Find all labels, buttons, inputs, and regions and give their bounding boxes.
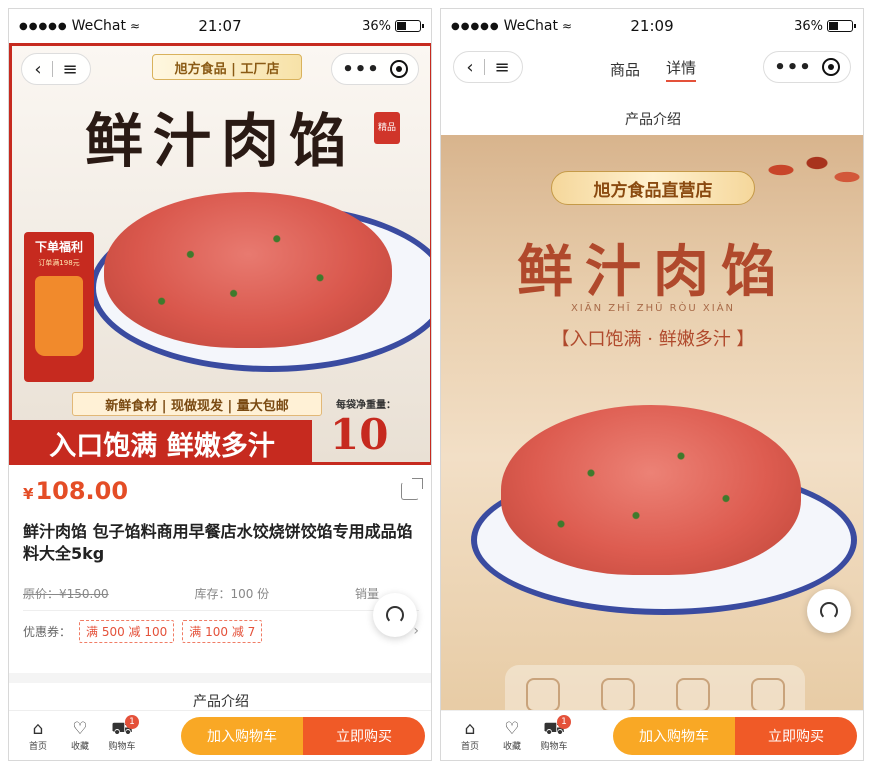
customer-service-button[interactable]	[807, 589, 851, 633]
quality-seal: 精品	[374, 112, 400, 144]
coupon-label: 优惠券：	[23, 624, 72, 639]
promo-title: 下单福利	[34, 240, 83, 254]
banner-title: 鲜汁肉馅	[84, 107, 357, 175]
stock: 库存：100 份	[194, 587, 270, 601]
back-menu-pill[interactable]: ‹ ≡	[453, 51, 523, 83]
carrier-label: WeChat	[503, 18, 558, 34]
headset-icon	[386, 606, 404, 624]
tab-home[interactable]: ⌂ 首页	[17, 719, 59, 752]
capsule-pill[interactable]: •••	[331, 53, 419, 85]
back-icon[interactable]: ‹	[466, 57, 473, 78]
apron-image	[35, 276, 83, 356]
back-menu-pill[interactable]: ‹ ≡	[21, 53, 91, 85]
leaves-decoration	[745, 135, 863, 205]
poster-subtitle: 【入口饱满 · 鲜嫩多汁 】	[551, 329, 755, 350]
tab-detail[interactable]: 详情	[666, 57, 697, 82]
meat-filling-image	[104, 192, 392, 348]
cart-badge: 1	[557, 715, 571, 729]
poster-pinyin: XIĀN ZHĪ ZHŪ RÒU XIÀN	[570, 303, 736, 314]
more-icon[interactable]: •••	[342, 59, 380, 80]
jar-icon	[600, 678, 635, 712]
more-icon[interactable]: •••	[774, 57, 812, 78]
clock: 21:09	[630, 17, 674, 35]
bottom-action-bar: ⌂ 首页 ♡ 收藏 ⛟ 1 购物车 加入购物车 立即购买	[9, 710, 431, 760]
section-title: 产品介绍	[441, 101, 863, 137]
buy-now-button[interactable]: 立即购买	[303, 716, 425, 755]
bottle-icon	[675, 678, 710, 712]
poster-title: 鲜汁肉馅	[517, 239, 789, 305]
status-bar: ●●●●● WeChat ≈ 21:07 36%	[9, 9, 431, 43]
add-to-cart-button[interactable]: 加入购物车	[181, 716, 303, 755]
capsule-pill[interactable]: •••	[763, 51, 851, 83]
wifi-icon: ≈	[130, 19, 141, 33]
coupon-2[interactable]: 满 100 减 7	[182, 619, 263, 643]
share-icon[interactable]	[401, 478, 423, 500]
weight-label: 每袋净重量：	[336, 400, 396, 411]
heart-icon: ♡	[504, 719, 520, 739]
detail-poster: 旭方食品直营店 鲜汁肉馅 XIĀN ZHĪ ZHŪ RÒU XIÀN 【入口饱满…	[441, 135, 863, 720]
tab-cart[interactable]: ⛟ 1 购物车	[533, 715, 575, 752]
product-banner: 旭方食品 | 工厂店 鲜汁肉馅 精品 下单福利 订单满198元 新鲜食材 | 现…	[9, 43, 431, 465]
section-divider	[9, 673, 431, 683]
slogan: 入口饱满 鲜嫩多汁	[12, 420, 312, 462]
add-to-cart-button[interactable]: 加入购物车	[613, 716, 735, 755]
battery-icon	[395, 20, 424, 32]
battery-icon	[827, 20, 856, 32]
tab-favorite[interactable]: ♡ 收藏	[59, 719, 101, 752]
weight-value: 10斤	[330, 410, 389, 459]
meta-row: 原价：¥150.00 库存：100 份 销量	[23, 585, 419, 611]
tab-product[interactable]: 商品	[610, 59, 640, 80]
promo-line: 订单满198元	[38, 259, 80, 267]
carrier-label: WeChat	[71, 18, 126, 34]
flask-icon	[750, 678, 785, 712]
heart-icon: ♡	[72, 719, 88, 739]
menu-icon[interactable]: ≡	[495, 57, 510, 78]
product-info: ¥108.00 鲜汁肉馅 包子馅料商用早餐店水饺烧饼饺馅专用成品馅料大全5kg …	[9, 465, 431, 651]
close-mini-program-icon[interactable]	[389, 60, 408, 78]
brand-badge: 旭方食品 | 工厂店	[152, 54, 302, 80]
original-price: 原价：¥150.00	[23, 587, 109, 601]
status-bar: ●●●●● WeChat ≈ 21:09 36%	[441, 9, 863, 43]
meat-filling-image	[501, 405, 801, 575]
menu-icon[interactable]: ≡	[63, 59, 78, 80]
buy-now-button[interactable]: 立即购买	[735, 716, 857, 755]
battery-percent: 36%	[362, 18, 391, 34]
clock: 21:07	[198, 17, 242, 35]
sales: 销量	[354, 587, 379, 601]
phone-product-page: ●●●●● WeChat ≈ 21:07 36% 旭方食品 | 工厂店 鲜汁肉馅…	[8, 8, 432, 761]
coupon-row[interactable]: 优惠券： 满 500 减 100 满 100 减 7 ›	[23, 611, 419, 651]
molecule-icon	[525, 678, 560, 712]
store-badge: 旭方食品直营店	[551, 171, 755, 205]
wifi-icon: ≈	[562, 19, 573, 33]
phone-detail-page: ●●●●● WeChat ≈ 21:09 36% 商品 详情 ‹ ≡ ••• 产…	[440, 8, 864, 761]
feature-bar: 新鲜食材 | 现做现发 | 量大包邮	[72, 392, 322, 416]
price: ¥108.00	[23, 477, 129, 505]
home-icon: ⌂	[32, 719, 44, 739]
bottom-action-bar: ⌂ 首页 ♡ 收藏 ⛟ 1 购物车 加入购物车 立即购买	[441, 710, 863, 760]
headset-icon	[820, 602, 838, 620]
product-title: 鲜汁肉馅 包子馅料商用早餐店水饺烧饼饺馅专用成品馅料大全5kg	[23, 522, 413, 563]
cart-badge: 1	[125, 715, 139, 729]
tab-favorite[interactable]: ♡ 收藏	[491, 719, 533, 752]
customer-service-button[interactable]	[373, 593, 417, 637]
promo-box: 下单福利 订单满198元	[24, 232, 94, 382]
close-mini-program-icon[interactable]	[821, 58, 840, 76]
tab-home[interactable]: ⌂ 首页	[449, 719, 491, 752]
signal-icon: ●●●●●	[451, 20, 500, 32]
home-icon: ⌂	[464, 719, 476, 739]
tab-cart[interactable]: ⛟ 1 购物车	[101, 715, 143, 752]
back-icon[interactable]: ‹	[34, 59, 41, 80]
signal-icon: ●●●●●	[19, 20, 68, 32]
battery-percent: 36%	[794, 18, 823, 34]
coupon-1[interactable]: 满 500 减 100	[79, 619, 175, 643]
